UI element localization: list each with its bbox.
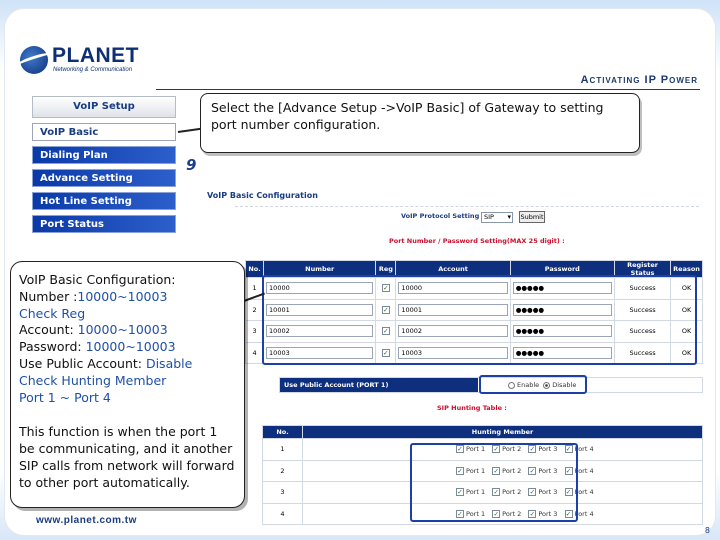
port-no: 2	[244, 298, 265, 321]
public-account-highlight	[479, 375, 587, 394]
config-line-value: 10000~10003	[77, 288, 168, 304]
page-number: 8	[704, 526, 710, 535]
config-line-value: Check Hunting Member	[19, 372, 167, 388]
menu-header: VoIP Setup	[32, 96, 176, 118]
config-line: Check Reg	[19, 306, 236, 323]
logo-subtitle: Networking & Communication	[53, 67, 133, 73]
menu-item-voip-basic[interactable]: VoIP Basic	[32, 123, 176, 141]
config-line-label: Use Public Account:	[19, 355, 146, 371]
menu-item-port-status[interactable]: Port Status	[32, 215, 176, 233]
menu-item-hot-line-setting[interactable]: Hot Line Setting	[32, 192, 176, 210]
config-line: Check Hunting Member	[19, 373, 236, 390]
col-header-no: No.	[244, 260, 265, 278]
hunting-table-title: SIP Hunting Table :	[437, 404, 507, 412]
panel-title: VoIP Basic Configuration	[207, 191, 318, 200]
protocol-select[interactable]: SIP	[481, 212, 513, 223]
menu-item-dialing-plan[interactable]: Dialing Plan	[32, 146, 176, 164]
hunting-highlight	[410, 443, 578, 522]
config-line: Number :10000~10003	[19, 289, 236, 306]
protocol-label: VoIP Protocol Setting	[401, 212, 480, 220]
hunting-no: 4	[262, 502, 303, 525]
planet-logo: PLANET Networking & Communication	[15, 44, 140, 78]
config-callout: VoIP Basic Configuration: Number :10000~…	[10, 261, 245, 508]
config-line: Account: 10000~10003	[19, 322, 236, 339]
port-table-title: Port Number / Password Setting(MAX 25 di…	[389, 237, 565, 245]
config-line-value: Port 1 ~ Port 4	[19, 389, 111, 405]
hunting-no: 1	[262, 438, 303, 461]
hunting-no: 2	[262, 459, 303, 482]
config-line-value: Check Reg	[19, 305, 86, 321]
config-line: VoIP Basic Configuration:	[19, 272, 236, 289]
config-line-label: VoIP Basic Configuration:	[19, 272, 176, 287]
config-line-value: Disable	[145, 355, 193, 371]
header-divider	[156, 89, 700, 90]
port-no: 3	[244, 320, 265, 343]
port-settings-highlight	[262, 275, 697, 365]
config-line-label: Password:	[19, 339, 86, 355]
hunting-header-row: No. Hunting Member	[262, 425, 703, 439]
hunting-col-no: No.	[262, 425, 303, 439]
step-number-9: 9	[186, 156, 197, 174]
hunting-col-member: Hunting Member	[302, 425, 703, 439]
config-line-label: Number :	[19, 288, 78, 304]
footer-url[interactable]: www.planet.com.tw	[36, 515, 137, 526]
voip-setup-menu: VoIP Setup VoIP Basic Dialing Plan Advan…	[32, 96, 176, 233]
port-no: 4	[244, 341, 265, 364]
panel-divider	[235, 206, 699, 207]
config-line-value: 10000~10003	[77, 322, 168, 338]
public-account-label: Use Public Account (PORT 1)	[280, 378, 478, 392]
logo-text: PLANET	[52, 44, 139, 67]
config-line: Port 1 ~ Port 4	[19, 390, 236, 407]
submit-button[interactable]: Submit	[519, 211, 545, 223]
header-title: Activating IP Power	[580, 74, 698, 86]
hunting-no: 3	[262, 481, 303, 504]
config-line: Password: 10000~10003	[19, 339, 236, 356]
config-line-value: 10000~10003	[85, 339, 176, 355]
config-line-label: Account:	[19, 322, 78, 338]
hunting-note: This function is when the port 1 be comm…	[19, 424, 235, 490]
menu-item-advance-setting[interactable]: Advance Setting	[32, 169, 176, 187]
instruction-callout: Select the [Advance Setup ->VoIP Basic] …	[200, 93, 640, 153]
config-line: Use Public Account: Disable	[19, 356, 236, 373]
